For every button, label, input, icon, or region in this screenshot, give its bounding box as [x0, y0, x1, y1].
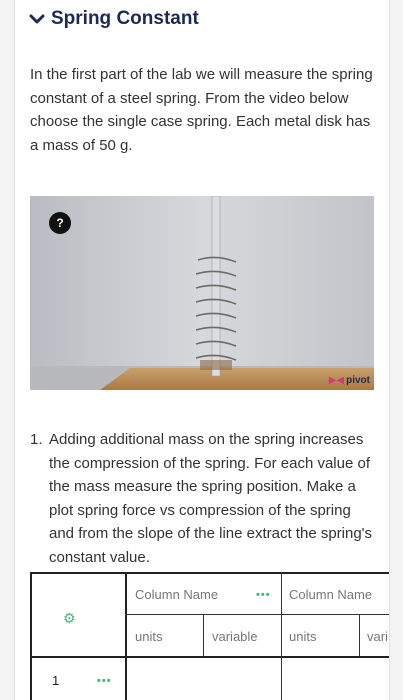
column-1-units[interactable]: units — [135, 629, 162, 644]
row-menu-icon[interactable]: ••• — [97, 675, 112, 687]
column-2-variable[interactable]: vari — [367, 629, 388, 644]
question-text: Adding additional mass on the spring inc… — [49, 431, 373, 566]
table-cell-r1-c1[interactable] — [127, 658, 281, 700]
column-2-name[interactable]: Column Name — [289, 587, 389, 602]
pivot-logo-icon: ▶◀ — [328, 375, 345, 386]
table-units-divider-2 — [359, 614, 360, 656]
settings-gear-icon[interactable]: ⚙ — [63, 610, 76, 627]
pivot-brand: ▶◀ pivot — [329, 375, 370, 386]
question-number: 1. — [30, 431, 43, 448]
help-button[interactable]: ? — [49, 212, 71, 234]
pivot-brand-label: pivot — [346, 375, 370, 386]
spring-video-frame — [30, 196, 374, 390]
video-player[interactable]: ▶◀ pivot — [30, 196, 374, 390]
chevron-down-icon — [29, 14, 45, 24]
column-2-units[interactable]: units — [289, 629, 316, 644]
row-index: 1 — [52, 673, 60, 688]
table-top-border — [30, 572, 389, 574]
table-units-divider-1 — [203, 614, 204, 656]
table-left-border — [30, 572, 32, 700]
intro-paragraph: In the first part of the lab we will mea… — [30, 66, 373, 154]
table-subheader-line — [125, 614, 389, 615]
table-cell-r1-c2[interactable] — [282, 658, 389, 700]
column-1-menu-icon[interactable]: ••• — [256, 589, 271, 601]
column-1-variable[interactable]: variable — [212, 629, 258, 644]
section-header-toggle[interactable]: Spring Constant — [29, 8, 199, 30]
section-title: Spring Constant — [51, 8, 199, 29]
content-card: Spring Constant In the first part of the… — [14, 0, 390, 700]
column-1-name[interactable]: Column Name — [135, 587, 255, 602]
